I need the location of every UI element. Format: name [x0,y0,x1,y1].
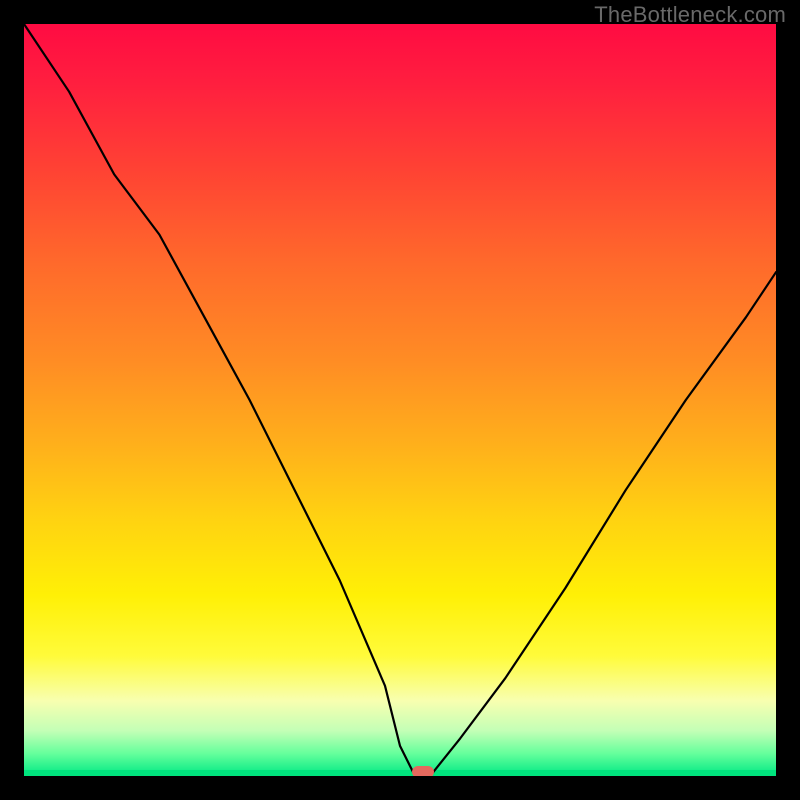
optimal-marker [412,766,434,776]
watermark-text: TheBottleneck.com [594,2,786,28]
chart-frame: TheBottleneck.com [0,0,800,800]
plot-area [24,24,776,776]
bottleneck-curve [24,24,776,776]
